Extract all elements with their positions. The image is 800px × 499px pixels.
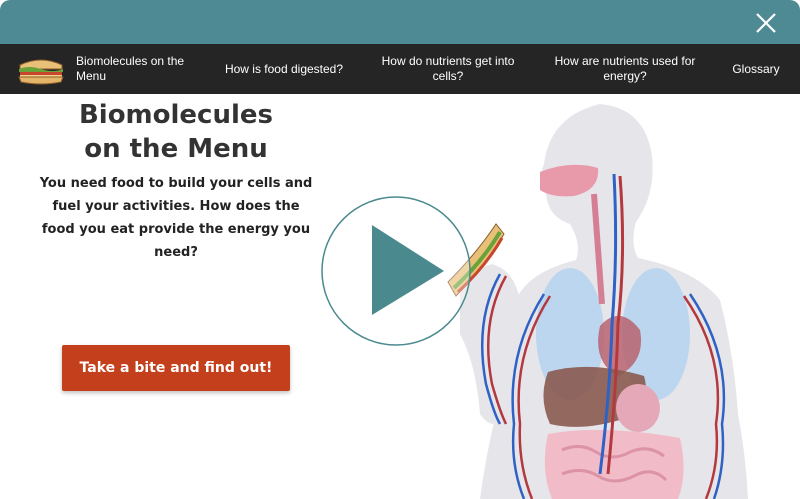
main-nav: Biomolecules on the Menu How is food dig… bbox=[0, 44, 800, 94]
play-button[interactable] bbox=[320, 195, 472, 347]
stomach bbox=[616, 384, 660, 432]
intestines bbox=[544, 429, 684, 499]
nav-item-nutrients-cells[interactable]: How do nutrients get into cells? bbox=[378, 44, 518, 94]
nav-item-nutrients-energy[interactable]: How are nutrients used for energy? bbox=[552, 44, 698, 94]
sandwich-icon bbox=[18, 59, 64, 85]
close-icon bbox=[756, 13, 776, 33]
nav-item-glossary[interactable]: Glossary bbox=[726, 44, 786, 94]
hero-description: You need food to build your cells and fu… bbox=[39, 176, 313, 260]
nav-item-biomolecules[interactable]: Biomolecules on the Menu bbox=[76, 44, 206, 94]
close-button[interactable] bbox=[754, 11, 778, 35]
app-window: Biomolecules on the Menu How is food dig… bbox=[0, 0, 800, 499]
nav-logo[interactable] bbox=[14, 51, 68, 87]
nav-item-digestion[interactable]: How is food digested? bbox=[222, 44, 346, 94]
hero-title: Biomolecules on the Menu bbox=[78, 100, 274, 164]
take-a-bite-button[interactable]: Take a bite and find out! bbox=[62, 345, 290, 391]
title-bar bbox=[0, 0, 800, 44]
